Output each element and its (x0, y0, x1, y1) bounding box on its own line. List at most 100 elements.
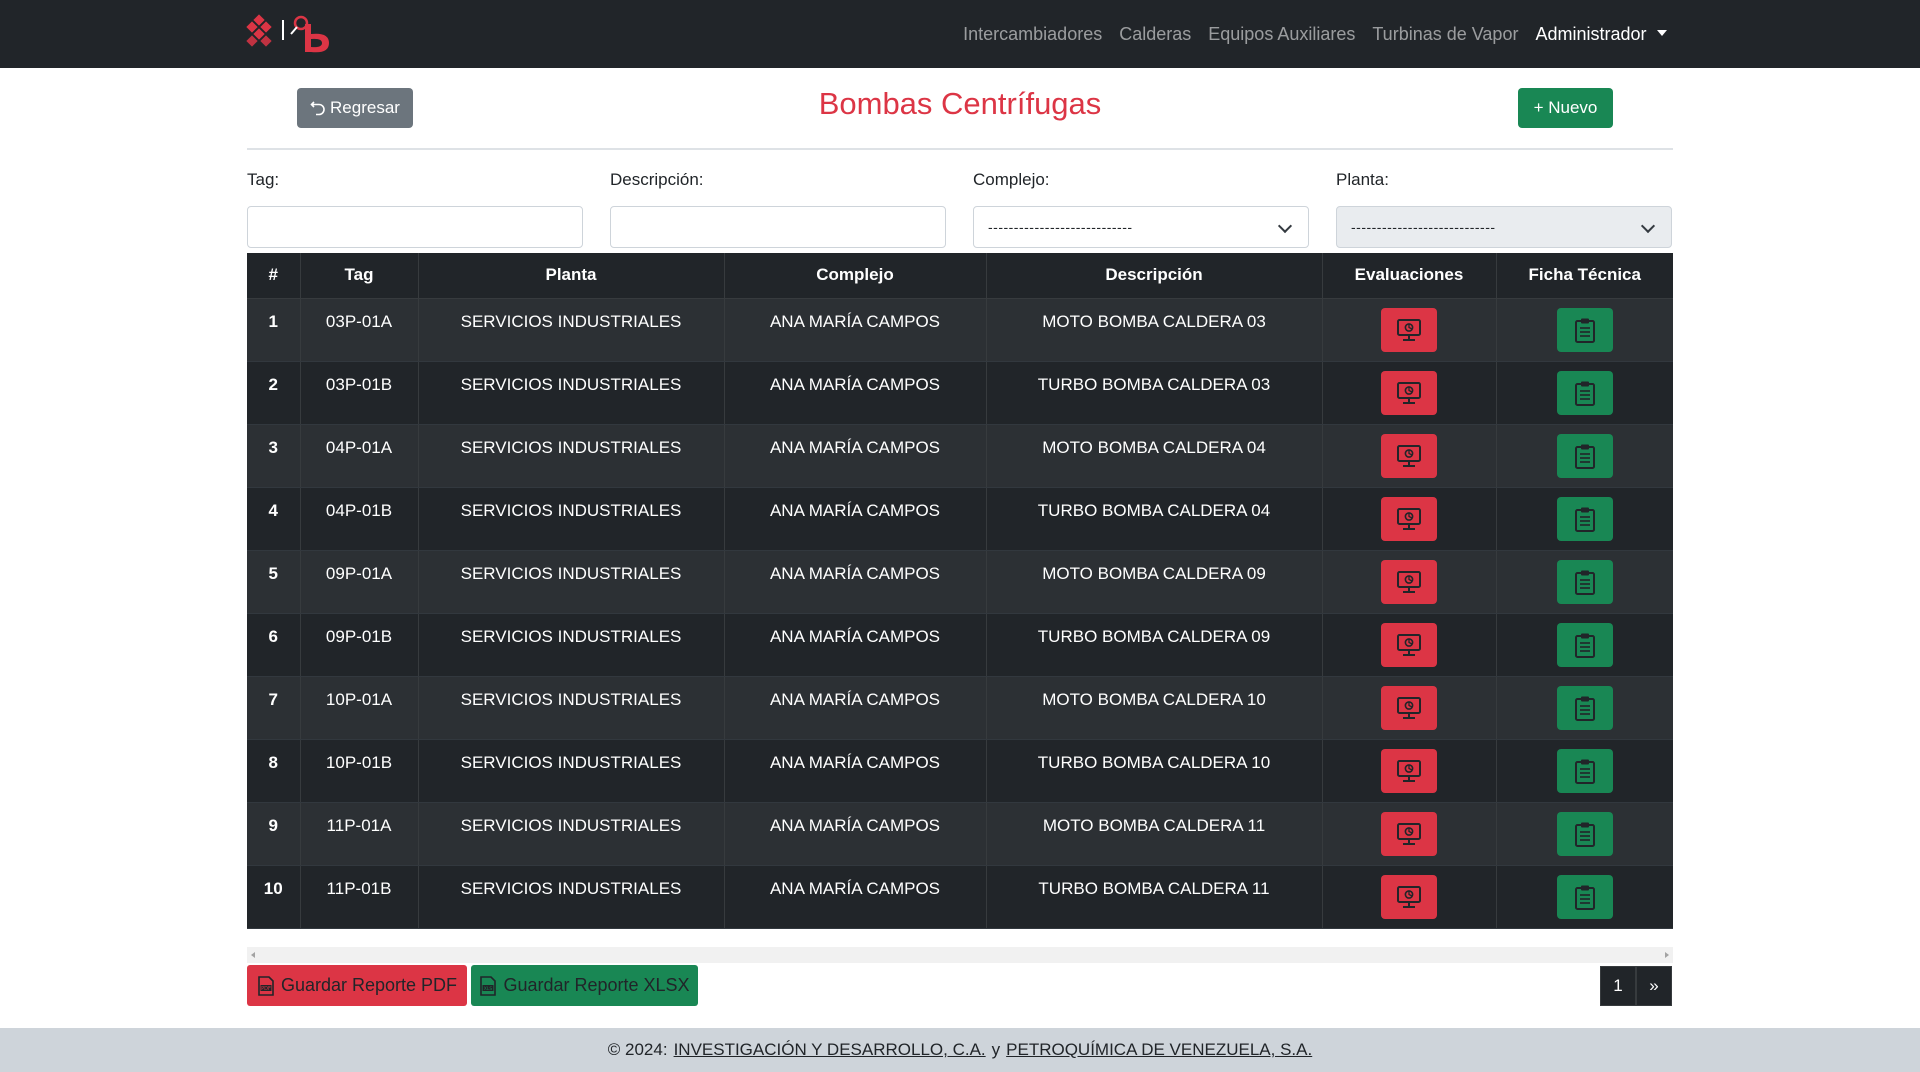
evaluations-button[interactable] (1381, 559, 1437, 604)
plant-filter-select[interactable]: ---------------------------- (1336, 206, 1672, 248)
cell-plant: SERVICIOS INDUSTRIALES (418, 613, 725, 677)
cell-plant: SERVICIOS INDUSTRIALES (418, 865, 725, 929)
datasheet-button[interactable] (1556, 622, 1613, 667)
evaluations-button[interactable] (1381, 433, 1437, 478)
nav-link-turbinas-de-vapor[interactable]: Turbinas de Vapor (1364, 24, 1527, 45)
datasheet-button[interactable] (1556, 307, 1613, 352)
tag-filter-input[interactable] (247, 206, 583, 248)
cell-tag: 10P-01A (300, 676, 419, 740)
cell-tag: 03P-01A (300, 298, 419, 362)
horizontal-scrollbar[interactable] (247, 947, 1673, 963)
evaluations-button[interactable] (1381, 496, 1437, 541)
new-button[interactable]: + Nuevo (1518, 88, 1613, 128)
svg-text:PDF: PDF (261, 986, 271, 992)
monitor-evaluation-icon (1396, 381, 1422, 405)
navbar: Intercambiadores Calderas Equipos Auxili… (0, 0, 1920, 68)
description-filter-input[interactable] (610, 206, 946, 248)
evaluations-button[interactable] (1381, 811, 1437, 856)
cell-complex: ANA MARÍA CAMPOS (724, 613, 987, 677)
clipboard-icon (1574, 632, 1596, 658)
datasheet-button[interactable] (1556, 433, 1613, 478)
cell-evaluations (1322, 676, 1497, 740)
save-pdf-report-button[interactable]: PDF Guardar Reporte PDF (247, 965, 467, 1006)
cell-datasheet (1496, 676, 1673, 740)
clipboard-icon (1574, 758, 1596, 784)
evaluations-button[interactable] (1381, 370, 1437, 415)
datasheet-button[interactable] (1556, 748, 1613, 793)
cell-datasheet (1496, 739, 1673, 803)
filter-tag: Tag: (247, 170, 583, 248)
page-1-button[interactable]: 1 (1600, 966, 1636, 1006)
nav-link-calderas[interactable]: Calderas (1111, 24, 1200, 45)
user-menu-dropdown[interactable]: Administrador (1527, 24, 1675, 45)
evaluations-button[interactable] (1381, 685, 1437, 730)
cell-datasheet (1496, 298, 1673, 362)
cell-evaluations (1322, 361, 1497, 425)
column-header-complex: Complejo (724, 253, 987, 299)
table-row: 10 11P-01B SERVICIOS INDUSTRIALES ANA MARÍA… (247, 865, 1673, 929)
clipboard-icon (1574, 569, 1596, 595)
cell-description: MOTO BOMBA CALDERA 04 (986, 424, 1323, 488)
filter-plant: Planta: ---------------------------- (1336, 170, 1672, 248)
cell-plant: SERVICIOS INDUSTRIALES (418, 802, 725, 866)
monitor-evaluation-icon (1396, 633, 1422, 657)
cell-datasheet (1496, 865, 1673, 929)
clipboard-icon (1574, 821, 1596, 847)
pagination: 1 » (1600, 966, 1672, 1006)
column-header-plant: Planta (418, 253, 725, 299)
table-row: 8 10P-01B SERVICIOS INDUSTRIALES ANA MARÍA … (247, 739, 1673, 803)
column-header-datasheet: Ficha Técnica (1496, 253, 1673, 299)
clipboard-icon (1574, 506, 1596, 532)
footer: © 2024: INVESTIGACIÓN Y DESARROLLO, C.A.… (0, 1028, 1920, 1072)
evaluations-button[interactable] (1381, 748, 1437, 793)
footer-link-investigacion[interactable]: INVESTIGACIÓN Y DESARROLLO, C.A. (674, 1040, 986, 1060)
cell-tag: 11P-01A (300, 802, 419, 866)
footer-link-pequiven[interactable]: PETROQUÍMICA DE VENEZUELA, S.A. (1006, 1040, 1312, 1060)
clipboard-icon (1574, 317, 1596, 343)
cell-description: TURBO BOMBA CALDERA 09 (986, 613, 1323, 677)
nav-links: Intercambiadores Calderas Equipos Auxili… (955, 0, 1675, 68)
datasheet-button[interactable] (1556, 559, 1613, 604)
column-header-tag: Tag (300, 253, 419, 299)
table-row: 1 03P-01A SERVICIOS INDUSTRIALES ANA MARÍA … (247, 298, 1673, 362)
tag-filter-label: Tag: (247, 170, 280, 189)
evaluations-button[interactable] (1381, 307, 1437, 352)
clipboard-icon (1574, 443, 1596, 469)
save-pdf-report-label: Guardar Reporte PDF (280, 975, 458, 995)
datasheet-button[interactable] (1556, 874, 1613, 919)
datasheet-button[interactable] (1556, 370, 1613, 415)
datasheet-button[interactable] (1556, 496, 1613, 541)
nav-link-intercambiadores[interactable]: Intercambiadores (955, 24, 1111, 45)
scroll-right-arrow-icon[interactable] (1665, 952, 1669, 958)
complex-filter-select[interactable]: ---------------------------- (973, 206, 1309, 248)
datasheet-button[interactable] (1556, 811, 1613, 856)
cell-complex: ANA MARÍA CAMPOS (724, 739, 987, 803)
table-row: 4 04P-01B SERVICIOS INDUSTRIALES ANA MARÍA … (247, 487, 1673, 551)
column-header-description: Descripción (986, 253, 1323, 299)
cell-complex: ANA MARÍA CAMPOS (724, 361, 987, 425)
datasheet-button[interactable] (1556, 685, 1613, 730)
cell-description: MOTO BOMBA CALDERA 09 (986, 550, 1323, 614)
equipment-table: # Tag Planta Complejo Descripción Evalua… (247, 253, 1673, 929)
pdf-file-icon: PDF (258, 975, 274, 996)
table-row: 9 11P-01A SERVICIOS INDUSTRIALES ANA MARÍA … (247, 802, 1673, 866)
cell-number: 2 (247, 361, 301, 425)
evaluations-button[interactable] (1381, 622, 1437, 667)
brand-logo[interactable] (245, 12, 345, 56)
table-row: 2 03P-01B SERVICIOS INDUSTRIALES ANA MARÍA … (247, 361, 1673, 425)
caret-down-icon (1656, 29, 1667, 36)
cell-description: TURBO BOMBA CALDERA 10 (986, 739, 1323, 803)
monitor-evaluation-icon (1396, 444, 1422, 468)
scroll-left-arrow-icon[interactable] (251, 952, 255, 958)
evaluations-button[interactable] (1381, 874, 1437, 919)
clipboard-icon (1574, 695, 1596, 721)
save-xlsx-report-button[interactable]: XLS Guardar Reporte XLSX (471, 965, 698, 1006)
table-header-row: # Tag Planta Complejo Descripción Evalua… (247, 253, 1673, 299)
cell-evaluations (1322, 550, 1497, 614)
filter-complex: Complejo: ---------------------------- (973, 170, 1309, 248)
cell-datasheet (1496, 550, 1673, 614)
next-page-button[interactable]: » (1636, 966, 1672, 1006)
nav-link-equipos-auxiliares[interactable]: Equipos Auxiliares (1200, 24, 1364, 45)
header-divider (247, 148, 1673, 150)
cell-plant: SERVICIOS INDUSTRIALES (418, 361, 725, 425)
